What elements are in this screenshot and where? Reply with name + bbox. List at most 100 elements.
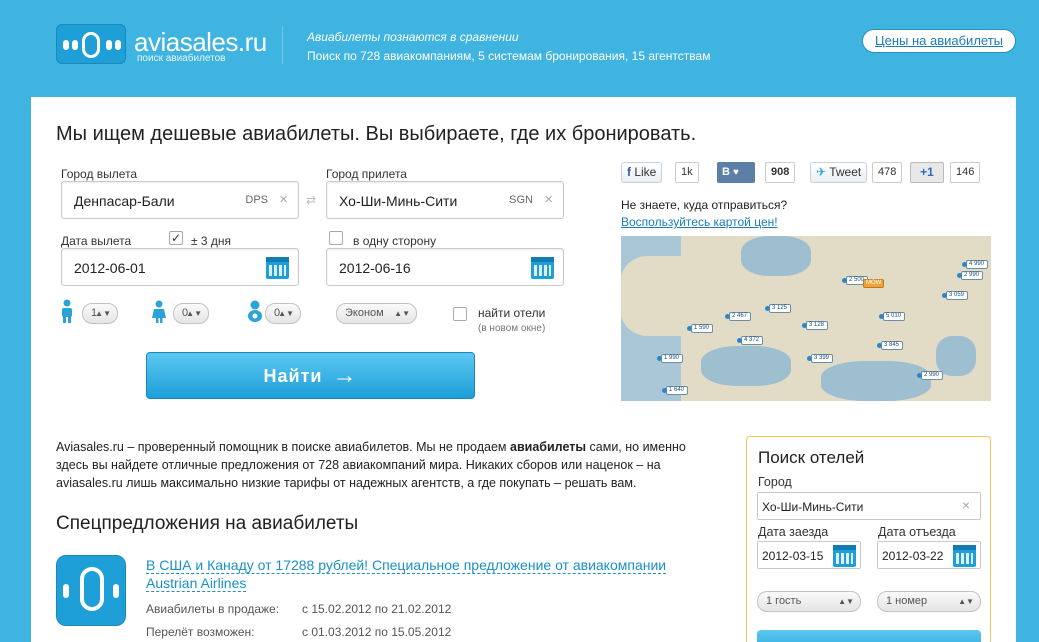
tweet-button[interactable]: ✈ Tweet <box>810 162 868 183</box>
checkin-date-input[interactable]: 2012-03-15 <box>757 541 861 569</box>
facebook-count: 1k <box>675 162 699 183</box>
vk-icon: В <box>722 166 730 178</box>
map-price-pin[interactable]: 1 590 <box>687 324 713 333</box>
about-text-bold: авиабилеты <box>510 440 587 454</box>
map-price-pin[interactable]: 1 640 <box>662 386 688 395</box>
map-price-pin[interactable]: 3 128 <box>802 321 828 330</box>
map-price-pin[interactable]: 4 990 <box>962 260 988 269</box>
depart-date-input[interactable]: 2012-06-01 <box>61 248 299 286</box>
find-hotels-checkbox[interactable] <box>453 307 467 321</box>
children-select[interactable]: 0 ▲▼ <box>173 303 209 324</box>
price-map-link[interactable]: Воспользуйтесь картой цен! <box>621 215 778 229</box>
calendar-icon[interactable] <box>531 257 554 279</box>
about-text: Aviasales.ru – проверенный помощник в по… <box>56 438 721 492</box>
map-sea <box>821 361 931 401</box>
logo-window <box>82 32 100 58</box>
chevron-icon: ▲▼ <box>278 309 294 318</box>
logo-dot <box>63 584 69 598</box>
travel-period-label: Перелёт возможен: <box>146 625 255 639</box>
about-text-part: Aviasales.ru – проверенный помощник в по… <box>56 440 510 454</box>
heart-icon: ♥ <box>733 167 739 178</box>
map-price-pin[interactable]: 3 059 <box>942 291 968 300</box>
hotel-city-value: Хо-Ши-Минь-Сити <box>762 500 864 514</box>
logo-dot <box>113 584 119 598</box>
guests-value: 1 гость <box>766 595 802 607</box>
class-value: Эконом <box>345 307 384 319</box>
facebook-icon: f <box>627 165 631 179</box>
class-select[interactable]: Эконом ▲▼ <box>336 303 417 324</box>
hotel-city-label: Город <box>758 475 792 489</box>
clear-icon[interactable]: × <box>962 497 970 513</box>
map-sea <box>936 336 976 376</box>
hotel-search-box: Поиск отелей Город Хо-Ши-Минь-Сити × Дат… <box>746 436 991 642</box>
map-price-pin[interactable]: 2 990 <box>957 271 983 280</box>
clear-icon[interactable]: × <box>279 191 288 208</box>
guests-select[interactable]: 1 гость ▲▼ <box>757 591 861 612</box>
map-price-pin[interactable]: 2 990 <box>917 371 943 380</box>
logo-window <box>80 567 104 611</box>
hotel-city-input[interactable]: Хо-Ши-Минь-Сити × <box>757 492 981 520</box>
rooms-value: 1 номер <box>886 595 928 607</box>
from-label: Город вылета <box>61 167 138 181</box>
map-price-pin[interactable]: 3 125 <box>765 304 791 313</box>
depart-label: Дата вылета <box>61 234 132 248</box>
oneway-checkbox[interactable] <box>329 231 343 245</box>
swap-icon[interactable]: ⇄ <box>306 193 316 207</box>
adults-select[interactable]: 1 ▲▼ <box>82 303 118 324</box>
return-date-value: 2012-06-16 <box>339 260 411 276</box>
map-price-pin[interactable]: 5 010 <box>879 312 905 321</box>
search-button[interactable]: Найти → <box>146 352 475 399</box>
flex-dates-label: ± 3 дня <box>191 234 232 248</box>
chevron-icon: ▲▼ <box>958 597 974 606</box>
logo-icon[interactable] <box>56 24 126 64</box>
vk-like-button[interactable]: В ♥ <box>717 162 755 183</box>
map-question: Не знаете, куда отправиться? <box>621 198 788 212</box>
map-price-pin[interactable]: 4 372 <box>737 336 763 345</box>
find-hotels-label: найти отели <box>478 306 546 320</box>
arrow-right-icon: → <box>332 362 358 389</box>
logo-dot <box>106 40 112 50</box>
sale-period-label: Авиабилеты в продаже: <box>146 602 280 616</box>
return-date-input[interactable]: 2012-06-16 <box>326 248 564 286</box>
google-plus-count: 146 <box>950 162 981 183</box>
prices-link-button[interactable]: Цены на авиабилеты <box>862 29 1016 53</box>
map-price-pin[interactable]: 2 467 <box>725 312 751 321</box>
checkout-date-input[interactable]: 2012-03-22 <box>877 541 981 569</box>
price-map[interactable]: 4 990 2 990 3 059 3 125 3 845 5 010 2 46… <box>621 236 991 401</box>
map-price-pin[interactable]: 3 845 <box>877 341 903 350</box>
to-city-code: SGN <box>509 194 533 206</box>
tweet-count: 478 <box>872 162 903 183</box>
calendar-icon[interactable] <box>266 257 289 279</box>
map-origin-pin[interactable]: MOW <box>863 279 885 288</box>
site-header: aviasales.ru поиск авиабилетов Авиабилет… <box>0 0 1039 98</box>
map-price-pin[interactable]: 3 399 <box>807 354 833 363</box>
google-plus-button[interactable]: +1 <box>910 162 944 183</box>
from-city-value: Денпасар-Бали <box>74 193 175 209</box>
from-city-input[interactable]: Денпасар-Бали DPS × <box>61 181 299 219</box>
logo-dot <box>115 40 121 50</box>
calendar-icon[interactable] <box>833 545 856 567</box>
calendar-icon[interactable] <box>953 545 976 567</box>
map-sea <box>741 236 811 276</box>
airline-logo-icon <box>56 555 126 626</box>
to-city-value: Хо-Ши-Минь-Сити <box>339 193 458 209</box>
checkout-date-value: 2012-03-22 <box>882 549 944 563</box>
to-city-input[interactable]: Хо-Ши-Минь-Сити SGN × <box>326 181 564 219</box>
hotel-search-button[interactable] <box>757 630 981 642</box>
flex-dates-checkbox[interactable]: ✓ <box>169 231 183 245</box>
special-offer-link[interactable]: В США и Канаду от 17288 рублей! Специаль… <box>146 556 706 592</box>
search-button-label: Найти <box>263 366 323 386</box>
infants-select[interactable]: 0 ▲▼ <box>265 303 301 324</box>
rooms-select[interactable]: 1 номер ▲▼ <box>877 591 981 612</box>
twitter-icon: ✈ <box>816 165 827 179</box>
special-offer-text: В США и Канаду от 17288 рублей! Специаль… <box>146 557 667 592</box>
infant-icon <box>245 299 265 329</box>
header-divider <box>282 26 283 64</box>
main-panel: Мы ищем дешевые авиабилеты. Вы выбираете… <box>31 97 1016 642</box>
tagline: Авиабилеты познаются в сравнении <box>307 30 519 44</box>
facebook-like-button[interactable]: f Like <box>621 162 663 183</box>
sale-period-value: с 15.02.2012 по 21.02.2012 <box>302 602 452 616</box>
map-price-pin[interactable]: 1 990 <box>657 354 683 363</box>
clear-icon[interactable]: × <box>544 191 553 208</box>
child-icon <box>151 299 167 329</box>
